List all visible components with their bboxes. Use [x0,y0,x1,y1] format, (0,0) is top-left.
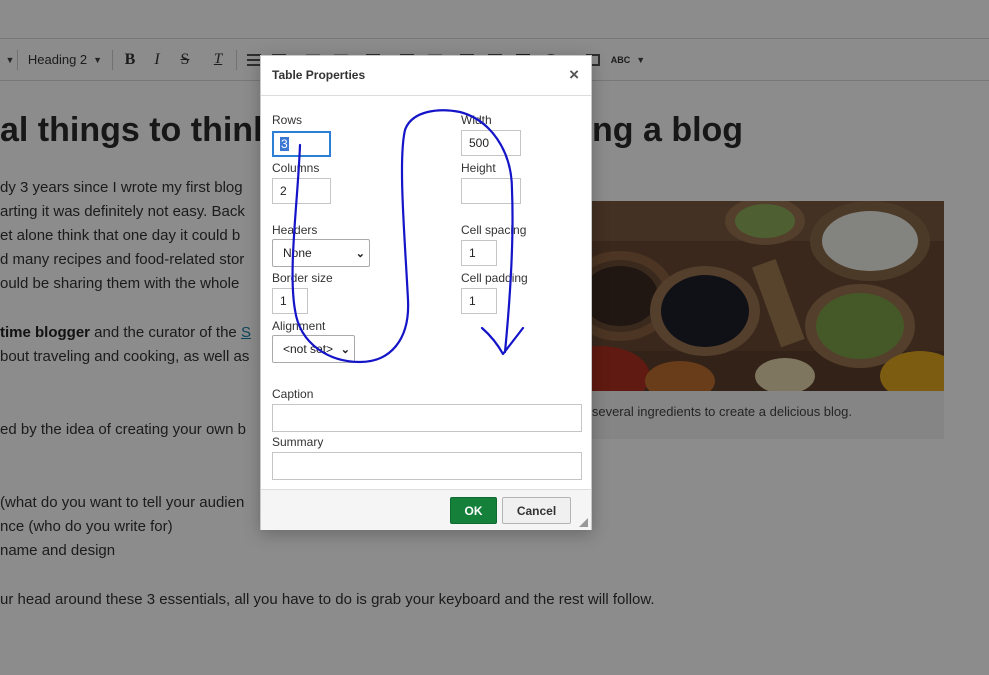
rows-input[interactable]: 3 [272,131,331,157]
close-icon[interactable]: × [569,65,579,85]
border-size-label: Border size [272,271,333,285]
height-label: Height [461,161,496,175]
cancel-button[interactable]: Cancel [502,497,571,524]
chevron-down-icon: ⌄ [355,247,365,260]
ok-button[interactable]: OK [450,497,497,524]
summary-input[interactable] [272,452,582,480]
alignment-value: <not set> [283,342,334,356]
cell-padding-label: Cell padding [461,271,528,285]
alignment-select[interactable]: <not set> ⌄ [272,335,355,363]
alignment-label: Alignment [272,319,326,333]
columns-label: Columns [272,161,320,175]
headers-label: Headers [272,223,318,237]
summary-label: Summary [272,435,324,449]
columns-input[interactable]: 2 [272,178,331,204]
cell-padding-input[interactable]: 1 [461,288,497,314]
rows-value: 3 [280,137,289,151]
width-label: Width [461,113,492,127]
border-size-input[interactable]: 1 [272,288,308,314]
rows-label: Rows [272,113,303,127]
resize-grip-icon[interactable] [579,518,588,527]
table-properties-dialog: Table Properties × Rows 3 Columns 2 Head… [260,55,592,530]
caption-label: Caption [272,387,314,401]
chevron-down-icon: ⌄ [340,343,350,356]
height-input[interactable] [461,178,521,204]
caption-input[interactable] [272,404,582,432]
cell-spacing-label: Cell spacing [461,223,527,237]
dialog-title: Table Properties [272,68,366,82]
headers-select[interactable]: None ⌄ [272,239,370,267]
headers-value: None [283,246,312,260]
cell-spacing-input[interactable]: 1 [461,240,497,266]
width-input[interactable]: 500 [461,130,521,156]
dialog-footer: OK Cancel [261,489,591,530]
dialog-header: Table Properties × [261,56,591,96]
